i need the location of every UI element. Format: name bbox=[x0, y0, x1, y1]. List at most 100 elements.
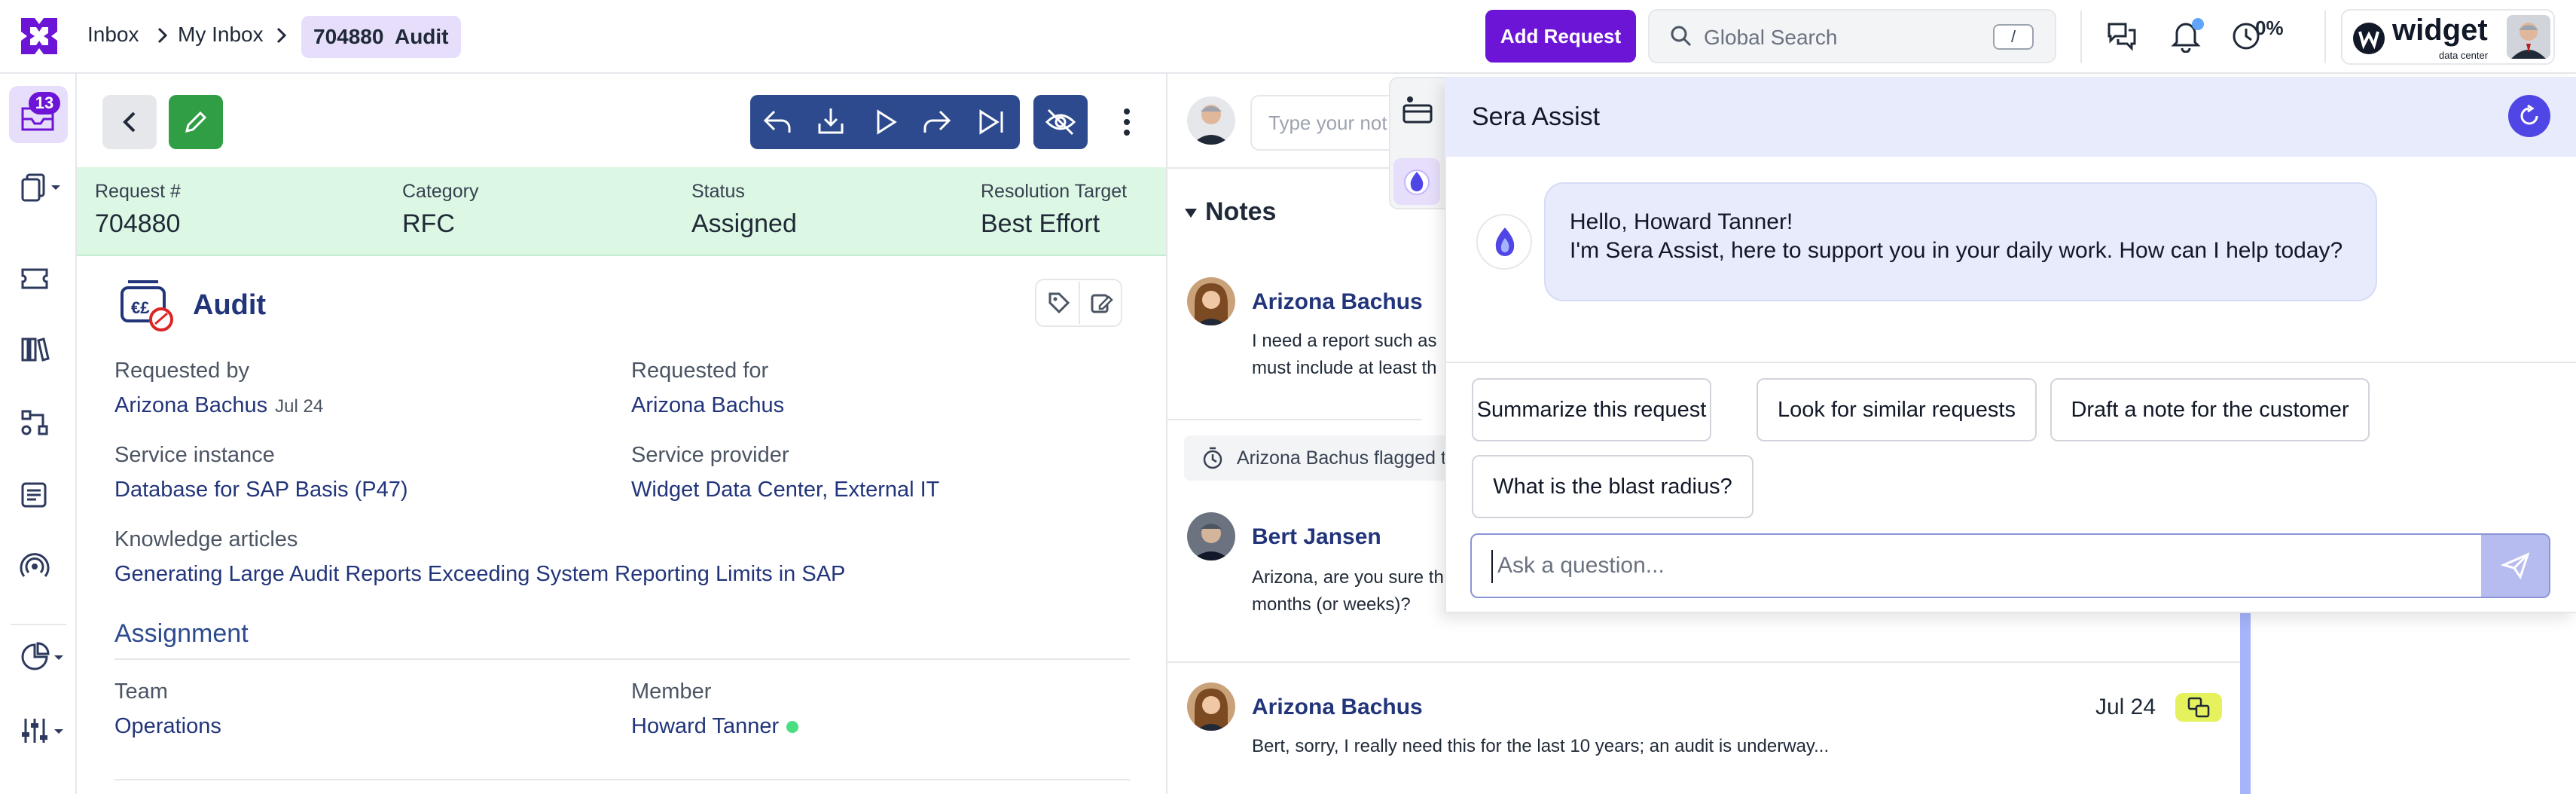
sera-assist-tab[interactable] bbox=[1393, 158, 1440, 205]
edit-button[interactable] bbox=[169, 95, 223, 149]
divider bbox=[2080, 11, 2082, 63]
translate-icon bbox=[2187, 697, 2210, 718]
request-number-label: Request # bbox=[95, 181, 181, 202]
divider bbox=[1166, 167, 1392, 169]
team-value[interactable]: Operations bbox=[114, 714, 221, 739]
sera-flame-icon bbox=[1490, 226, 1520, 259]
notes-section-header[interactable]: Notes bbox=[1184, 197, 1276, 227]
skip-to-end-icon[interactable] bbox=[976, 108, 1009, 136]
requested-for-value[interactable]: Arizona Bachus bbox=[631, 393, 784, 418]
assist-greeting-message: Hello, Howard Tanner! I'm Sera Assist, h… bbox=[1544, 182, 2377, 301]
breadcrumb-inbox[interactable]: Inbox bbox=[87, 23, 139, 47]
breadcrumb-request-number: 704880 bbox=[313, 25, 384, 48]
note-text-line: Bert, sorry, I really need this for the … bbox=[1252, 736, 1830, 756]
divider bbox=[2324, 11, 2326, 63]
requested-by-value[interactable]: Arizona Bachus bbox=[114, 393, 267, 417]
tag-icon[interactable] bbox=[1047, 291, 1071, 315]
back-button[interactable] bbox=[102, 95, 157, 149]
translate-button[interactable] bbox=[2175, 693, 2222, 722]
more-vertical-icon[interactable] bbox=[1118, 105, 1136, 139]
pencil-icon bbox=[182, 108, 209, 136]
breadcrumb-my-inbox[interactable]: My Inbox bbox=[178, 23, 264, 47]
knowledge-articles-label: Knowledge articles bbox=[114, 527, 298, 551]
member-label: Member bbox=[631, 679, 712, 704]
greeting-line: Hello, Howard Tanner! bbox=[1570, 209, 1793, 234]
sera-assist-header bbox=[1445, 77, 2576, 157]
caret-down-icon bbox=[1184, 208, 1198, 218]
breadcrumb-current-request[interactable]: 704880 Audit bbox=[301, 16, 461, 58]
workflow-icon[interactable] bbox=[20, 408, 50, 437]
widget-logo-icon bbox=[2352, 21, 2386, 56]
hide-button[interactable] bbox=[1033, 95, 1088, 149]
chevron-left-icon bbox=[119, 110, 140, 134]
notes-title: Notes bbox=[1205, 197, 1277, 226]
brand-logo[interactable]: widget data center bbox=[2341, 9, 2555, 65]
edit-tags-icon[interactable] bbox=[1089, 291, 1113, 315]
current-user-avatar bbox=[1187, 96, 1235, 145]
suggestion-summarize-request[interactable]: Summarize this request bbox=[1472, 378, 1711, 441]
service-instance-value[interactable]: Database for SAP Basis (P47) bbox=[114, 478, 408, 502]
send-button[interactable] bbox=[2481, 535, 2549, 597]
user-avatar[interactable] bbox=[2507, 15, 2550, 59]
note-author[interactable]: Bert Jansen bbox=[1252, 524, 1381, 550]
assist-question-input[interactable]: Ask a question... bbox=[1470, 533, 2550, 598]
suggestion-draft-customer-note[interactable]: Draft a note for the customer bbox=[2050, 378, 2370, 441]
suggestion-similar-requests[interactable]: Look for similar requests bbox=[1757, 378, 2037, 441]
sera-flame-icon bbox=[1403, 167, 1430, 196]
svg-text:€£: €£ bbox=[131, 298, 150, 317]
request-summary-band: Request # 704880 Category RFC Status Ass… bbox=[77, 167, 1166, 256]
refresh-conversation-button[interactable] bbox=[2508, 95, 2550, 137]
app-logo-icon[interactable] bbox=[17, 14, 62, 59]
suggestion-blast-radius[interactable]: What is the blast radius? bbox=[1472, 455, 1753, 518]
note-text-line: Arizona, are you sure th bbox=[1252, 567, 1444, 588]
service-provider-label: Service provider bbox=[631, 443, 789, 467]
divider bbox=[1166, 419, 1422, 420]
breadcrumb-request-title: Audit bbox=[394, 25, 449, 48]
greeting-line: I'm Sera Assist, here to support you in … bbox=[1570, 238, 2343, 263]
team-label: Team bbox=[114, 679, 168, 704]
library-icon[interactable] bbox=[20, 336, 50, 363]
add-request-button[interactable]: Add Request bbox=[1485, 10, 1636, 63]
download-icon[interactable] bbox=[815, 105, 847, 137]
note-author[interactable]: Arizona Bachus bbox=[1252, 289, 1423, 315]
reply-icon[interactable] bbox=[761, 107, 794, 137]
sera-assist-avatar bbox=[1476, 214, 1532, 270]
chat-icon[interactable] bbox=[2106, 21, 2138, 53]
divider bbox=[11, 624, 66, 625]
list-icon[interactable] bbox=[20, 481, 50, 509]
knowledge-article-link[interactable]: Generating Large Audit Reports Exceeding… bbox=[114, 562, 845, 587]
forward-icon[interactable] bbox=[920, 107, 954, 137]
text-caret bbox=[1491, 550, 1493, 583]
reports-icon[interactable] bbox=[20, 642, 68, 672]
category-value: RFC bbox=[402, 209, 455, 238]
service-provider-value[interactable]: Widget Data Center, External IT bbox=[631, 478, 939, 502]
settings-icon[interactable] bbox=[20, 716, 68, 746]
note-input[interactable]: Type your not bbox=[1250, 95, 1401, 151]
eye-off-icon bbox=[1044, 107, 1077, 137]
global-search-input[interactable]: Global Search / bbox=[1648, 9, 2056, 63]
sera-assist-title: Sera Assist bbox=[1472, 102, 1601, 131]
note-author[interactable]: Arizona Bachus bbox=[1252, 695, 1423, 720]
status-value: Assigned bbox=[691, 209, 797, 238]
avatar bbox=[1187, 512, 1235, 560]
notification-dot bbox=[2192, 18, 2204, 30]
member-value[interactable]: Howard Tanner bbox=[631, 714, 779, 738]
stopwatch-icon bbox=[1201, 446, 1225, 470]
search-shortcut-key: / bbox=[1993, 24, 2034, 50]
chevron-right-icon bbox=[274, 24, 289, 47]
flag-event-row: Arizona Bachus flagged t bbox=[1184, 435, 1485, 481]
broadcast-icon[interactable] bbox=[20, 551, 50, 582]
refresh-icon bbox=[2517, 104, 2541, 128]
avatar bbox=[1187, 683, 1235, 731]
divider bbox=[1445, 362, 2576, 363]
service-instance-label: Service instance bbox=[114, 443, 275, 467]
avatar bbox=[1187, 277, 1235, 325]
play-icon[interactable] bbox=[872, 108, 899, 136]
divider bbox=[114, 658, 1130, 660]
tickets-icon[interactable] bbox=[20, 265, 50, 292]
card-list-icon[interactable] bbox=[1401, 95, 1434, 125]
brand-subtitle: data center bbox=[2439, 50, 2489, 61]
nav-documents[interactable] bbox=[20, 172, 68, 202]
divider bbox=[114, 779, 1130, 780]
timer-percentage: 0% bbox=[2255, 17, 2284, 39]
